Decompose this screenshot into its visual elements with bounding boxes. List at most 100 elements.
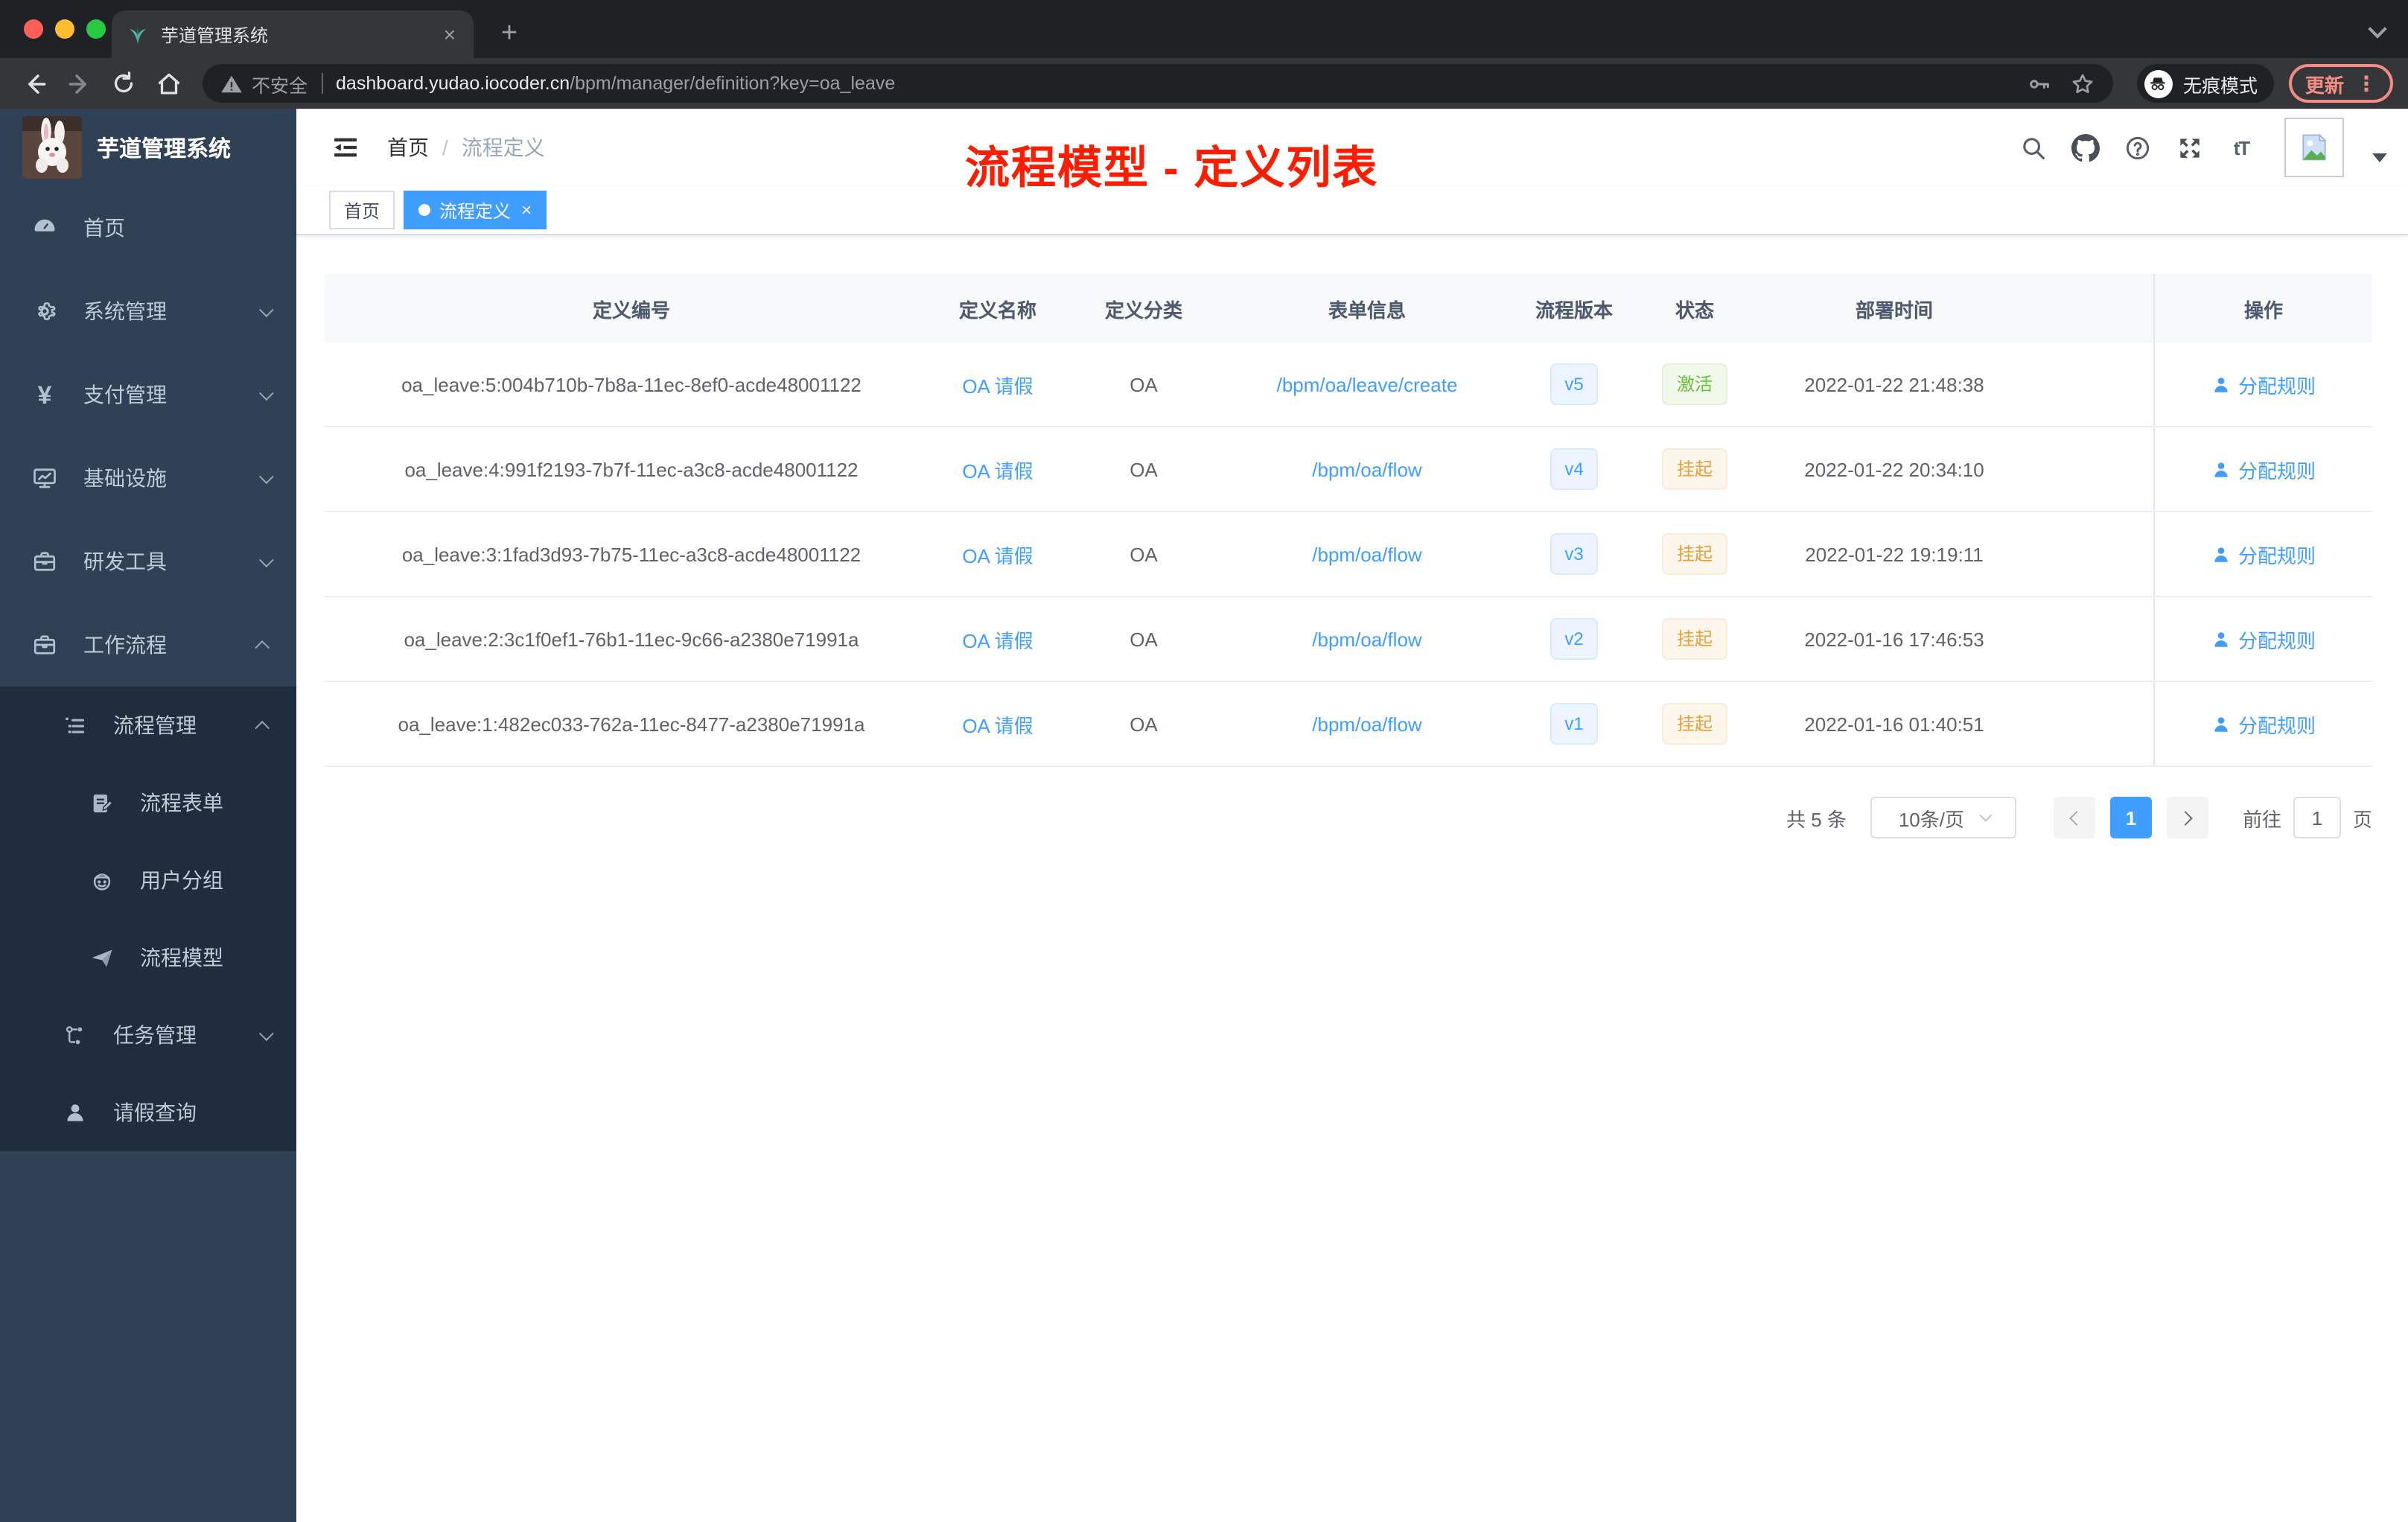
fontsize-icon[interactable]: tT [2226,133,2256,162]
tag-process-definition[interactable]: 流程定义 × [404,191,547,229]
sidebar-item-home[interactable]: 首页 [0,186,296,270]
status-badge: 挂起 [1661,618,1727,660]
definition-id: oa_leave:2:3c1f0ef1-76b1-11ec-9c66-a2380… [404,628,859,650]
sidebar-item-process-manage[interactable]: 流程管理 [0,687,296,764]
form-link[interactable]: /bpm/oa/flow [1230,512,1504,596]
tag-home[interactable]: 首页 [329,191,395,229]
assign-rule-label: 分配规则 [2237,544,2316,567]
sidebar-item-label: 请假查询 [113,1101,197,1124]
page-size-value: 10条/页 [1898,808,1964,830]
sidebar-item-workflow[interactable]: 工作流程 [0,603,296,687]
deploy-time: 2022-01-22 20:34:10 [1804,458,1984,480]
tab-search-chevron-icon[interactable] [2368,19,2387,39]
filler-cell [2043,427,2153,511]
sidebar: 芋道管理系统 首页 系统管理 ¥ 支付管理 基础设施 研发工具 工作流程 流程管… [0,109,296,1522]
sidebar-logo[interactable]: 芋道管理系统 [0,109,296,186]
list-icon [60,713,89,738]
assign-rule-button[interactable]: 分配规则 [2211,625,2316,653]
tab-close-icon[interactable]: × [441,21,459,48]
search-icon[interactable] [2018,133,2048,162]
assign-rule-button[interactable]: 分配规则 [2211,370,2316,398]
prev-page-button[interactable] [2053,797,2095,838]
security-label[interactable]: 不安全 [252,69,308,98]
window-close-button[interactable] [24,19,43,39]
url-bar[interactable]: 不安全 dashboard.yudao.iocoder.cn/bpm/manag… [203,64,2113,103]
reload-icon[interactable] [104,64,143,103]
page-number-button[interactable]: 1 [2109,797,2152,838]
breadcrumb: 首页 / 流程定义 [387,133,545,162]
assign-rule-button[interactable]: 分配规则 [2211,710,2316,738]
sidebar-item-process-form[interactable]: 流程表单 [0,764,296,841]
definition-name-link[interactable]: OA 请假 [938,512,1057,596]
assign-rule-label: 分配规则 [2237,375,2316,397]
help-icon[interactable] [2122,133,2152,162]
update-button[interactable]: 更新 ⋮ [2288,64,2393,103]
incognito-badge: 无痕模式 [2136,64,2274,103]
hamburger-collapse-icon[interactable] [329,131,362,164]
github-icon[interactable] [2070,133,2100,162]
tag-close-icon[interactable]: × [521,201,532,219]
sidebar-item-label: 用户分组 [140,868,223,892]
window-minimize-button[interactable] [55,19,74,39]
form-link[interactable]: /bpm/oa/flow [1230,682,1504,765]
assign-rule-label: 分配规则 [2237,459,2316,482]
caret-down-icon[interactable] [2372,153,2387,162]
form-link[interactable]: /bpm/oa/leave/create [1230,343,1504,426]
user-group-icon [86,867,116,893]
new-tab-button[interactable]: + [491,15,527,51]
definition-name-link[interactable]: OA 请假 [938,682,1057,765]
assign-rule-label: 分配规则 [2237,714,2316,736]
deploy-time: 2022-01-22 21:48:38 [1804,373,1984,395]
form-link[interactable]: /bpm/oa/flow [1230,597,1504,681]
home-icon[interactable] [149,64,188,103]
table-row: oa_leave:5:004b710b-7b8a-11ec-8ef0-acde4… [325,343,2372,427]
sidebar-item-label: 任务管理 [113,1023,197,1047]
definition-name-link[interactable]: OA 请假 [938,427,1057,511]
back-icon[interactable] [15,64,54,103]
filler-cell [2043,512,2153,596]
sidebar-item-infra[interactable]: 基础设施 [0,436,296,520]
browser-menu-dots-icon[interactable]: ⋮ [2356,73,2377,94]
assign-rule-button[interactable]: 分配规则 [2211,455,2316,483]
next-page-button[interactable] [2166,797,2208,838]
user-icon [2214,462,2228,477]
forward-icon[interactable] [60,64,98,103]
window-controls [24,19,106,39]
fullscreen-icon[interactable] [2174,133,2204,162]
star-icon[interactable] [2070,71,2095,96]
url-path: /bpm/manager/definition?key=oa_leave [570,73,896,94]
update-label: 更新 [2305,74,2344,96]
sidebar-item-payment[interactable]: ¥ 支付管理 [0,353,296,436]
status-cell: 挂起 [1644,682,1745,765]
deploy-time: 2022-01-16 01:40:51 [1804,713,1984,735]
sidebar-item-user-group[interactable]: 用户分组 [0,841,296,919]
sidebar-item-task-manage[interactable]: 任务管理 [0,996,296,1074]
warning-icon[interactable] [220,72,243,95]
pagination-total: 共 5 条 [1786,808,1847,830]
sidebar-item-devtools[interactable]: 研发工具 [0,520,296,603]
page-size-select[interactable]: 10条/页 [1870,797,2016,838]
filler-cell [2043,343,2153,426]
sidebar-item-system[interactable]: 系统管理 [0,270,296,353]
sidebar-item-label: 系统管理 [83,299,167,323]
browser-tab[interactable]: 芋道管理系统 × [112,10,474,58]
definition-id: oa_leave:5:004b710b-7b8a-11ec-8ef0-acde4… [401,373,861,395]
key-icon[interactable] [2027,71,2052,96]
chevron-down-icon [258,552,274,567]
dashboard-icon [30,214,60,241]
screenshot-root: 芋道管理系统 × + 不安全 dashboard.yudao.iocoder.c… [0,0,2408,1522]
assign-rule-button[interactable]: 分配规则 [2211,540,2316,568]
column-header-filler [2043,274,2153,343]
breadcrumb-home[interactable]: 首页 [387,133,429,162]
sidebar-item-process-model[interactable]: 流程模型 [0,919,296,996]
definition-name-link[interactable]: OA 请假 [938,343,1057,426]
sidebar-item-label: 流程表单 [140,791,223,815]
sidebar-item-leave-query[interactable]: 请假查询 [0,1074,296,1151]
avatar[interactable] [2284,118,2344,177]
definition-name-link[interactable]: OA 请假 [938,597,1057,681]
form-link[interactable]: /bpm/oa/flow [1230,427,1504,511]
person-icon [60,1100,89,1125]
window-zoom-button[interactable] [86,19,106,39]
status-cell: 挂起 [1644,597,1745,681]
goto-page-input[interactable]: 1 [2293,797,2341,838]
